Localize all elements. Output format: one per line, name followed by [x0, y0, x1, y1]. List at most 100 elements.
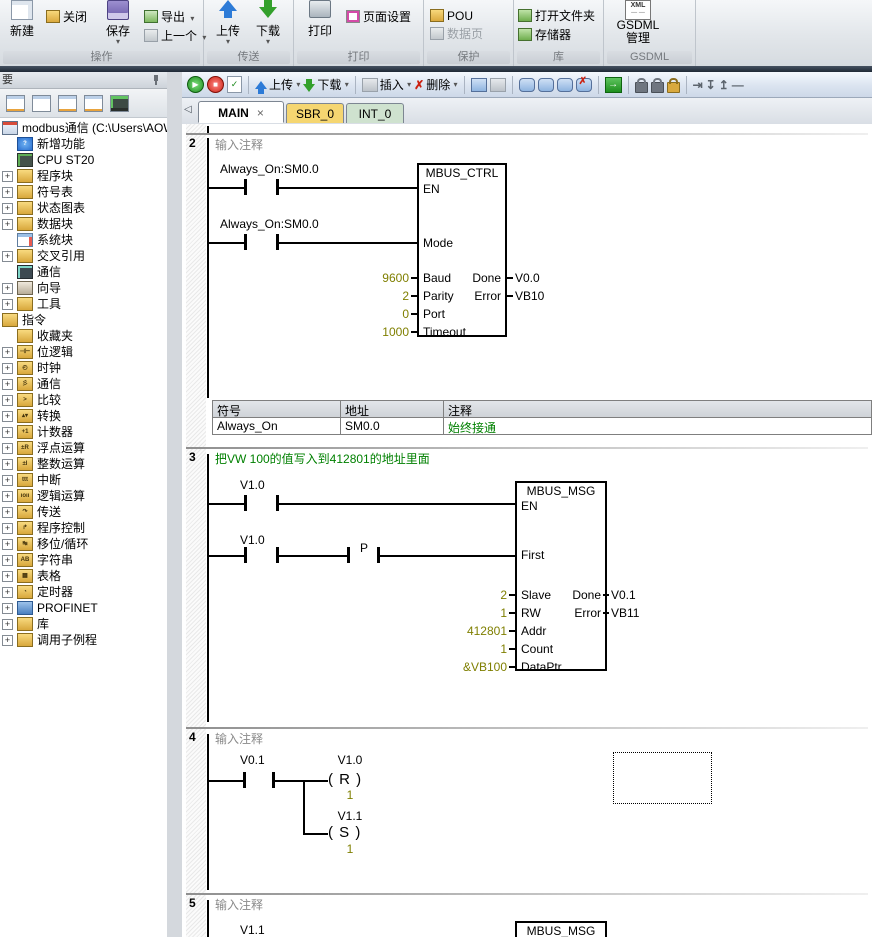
expand-icon[interactable]: + — [2, 427, 13, 438]
tree-item[interactable]: ?新增功能 — [0, 136, 167, 152]
output-value[interactable]: V0.0 — [515, 271, 540, 285]
upload-toolbar-button[interactable]: 上传 ▾ — [255, 76, 300, 93]
tree-item[interactable]: +◔定时器 — [0, 584, 167, 600]
contact[interactable] — [243, 772, 246, 788]
page-setup-button[interactable]: 页面设置 — [346, 9, 411, 25]
expand-icon[interactable]: + — [2, 555, 13, 566]
output-value[interactable]: V0.1 — [611, 588, 636, 602]
selection-rectangle[interactable] — [613, 752, 712, 804]
expand-icon[interactable]: + — [2, 539, 13, 550]
xref-view-icon[interactable] — [84, 95, 103, 112]
tree-item[interactable]: +库 — [0, 616, 167, 632]
tree-item[interactable]: modbus通信 (C:\Users\AOWID\I — [0, 120, 167, 136]
line-down-icon[interactable]: ⇥ — [693, 76, 703, 93]
tab-scroll-left-icon[interactable]: ◁ — [184, 104, 192, 115]
contact-label[interactable]: V1.0 — [240, 478, 265, 492]
contact-label[interactable]: V0.1 — [240, 753, 265, 767]
mbus-ctrl-block[interactable]: MBUS_CTRL EN Mode Baud Parity Port Timeo… — [417, 163, 507, 337]
expand-icon[interactable]: + — [2, 459, 13, 470]
output-value[interactable]: VB11 — [611, 606, 639, 620]
expand-icon[interactable]: + — [2, 251, 13, 262]
contact-label[interactable]: V1.0 — [240, 533, 265, 547]
goto-icon[interactable]: → — [605, 77, 622, 93]
param-value[interactable]: 2 — [339, 289, 409, 303]
param-value[interactable]: 412801 — [437, 624, 507, 638]
network-3-comment[interactable]: 把VW 100的值写入到412801的地址里面 — [215, 450, 430, 467]
tree-item[interactable]: +>比较 — [0, 392, 167, 408]
network-2-comment[interactable]: 输入注释 — [215, 136, 263, 153]
network-4-number[interactable]: 4 — [189, 730, 205, 744]
download-caret-icon[interactable]: ▾ — [250, 37, 286, 46]
clear-bookmarks-icon[interactable]: ✗ — [576, 78, 592, 92]
tree-item[interactable]: +数据块 — [0, 216, 167, 232]
coil-label[interactable]: V1.1 — [328, 809, 372, 823]
param-value[interactable]: &VB100 — [437, 660, 507, 674]
lock-add-icon[interactable] — [667, 82, 680, 93]
network-2-number[interactable]: 2 — [189, 136, 205, 150]
expand-icon[interactable]: + — [2, 635, 13, 646]
expand-icon[interactable]: + — [2, 491, 13, 502]
contact[interactable] — [244, 547, 247, 563]
param-value[interactable]: 2 — [437, 588, 507, 602]
tab-main[interactable]: MAIN× — [198, 101, 284, 123]
expand-icon[interactable]: + — [2, 443, 13, 454]
expand-icon[interactable]: + — [2, 571, 13, 582]
communication-view-icon[interactable] — [110, 95, 129, 112]
toggle-bookmark-icon[interactable] — [519, 78, 535, 92]
expand-icon[interactable]: + — [2, 171, 13, 182]
tree-item[interactable]: 指令 — [0, 312, 167, 328]
expand-icon[interactable]: + — [2, 411, 13, 422]
expand-icon[interactable]: + — [2, 299, 13, 310]
new-button[interactable]: 新建 — [0, 0, 44, 48]
upload-caret-icon[interactable]: ▾ — [210, 37, 246, 46]
memory-button[interactable]: 存储器 — [518, 27, 571, 43]
download-toolbar-button[interactable]: 下载 ▾ — [303, 76, 348, 93]
tree-item[interactable]: 通信 — [0, 264, 167, 280]
open-folder-button[interactable]: 打开文件夹 — [518, 8, 595, 24]
tree-item[interactable]: +±R浮点运算 — [0, 440, 167, 456]
expand-icon[interactable]: + — [2, 347, 13, 358]
save-caret-icon[interactable]: ▾ — [96, 37, 140, 46]
reset-coil[interactable]: ( R ) — [328, 771, 362, 788]
insert-network-icon[interactable] — [471, 78, 487, 92]
expand-icon[interactable]: + — [2, 507, 13, 518]
contact-label[interactable]: Always_On:SM0.0 — [220, 217, 319, 231]
contact[interactable] — [244, 234, 247, 250]
expand-icon[interactable]: + — [2, 219, 13, 230]
expand-icon[interactable]: + — [2, 283, 13, 294]
param-value[interactable]: 0 — [339, 307, 409, 321]
tab-close-icon[interactable]: × — [257, 106, 264, 120]
param-value[interactable]: 1 — [437, 606, 507, 620]
pou-button[interactable]: POU — [430, 8, 473, 24]
lock-open-icon[interactable] — [651, 82, 664, 93]
download-button[interactable]: 下载 ▾ — [250, 0, 286, 48]
stop-icon[interactable]: ■ — [207, 76, 224, 93]
run-icon[interactable]: ▶ — [187, 76, 204, 93]
tree-item[interactable]: +向导 — [0, 280, 167, 296]
contact-label[interactable]: V1.1 — [240, 923, 265, 937]
network-3-number[interactable]: 3 — [189, 450, 205, 464]
expand-icon[interactable]: + — [2, 379, 13, 390]
expand-icon[interactable]: + — [2, 363, 13, 374]
tree-item[interactable]: +◴时钟 — [0, 360, 167, 376]
output-value[interactable]: VB10 — [515, 289, 544, 303]
export-button[interactable]: 导出 ▾ — [144, 9, 194, 25]
tree-item[interactable]: +▴▾转换 — [0, 408, 167, 424]
contact-label[interactable]: Always_On:SM0.0 — [220, 162, 319, 176]
insert-button[interactable]: 插入 ▾ — [362, 76, 411, 93]
coil-label[interactable]: V1.0 — [328, 753, 372, 767]
tree-item[interactable]: +状态图表 — [0, 200, 167, 216]
tree-item[interactable]: +ttt中断 — [0, 472, 167, 488]
param-value[interactable]: 9600 — [339, 271, 409, 285]
expand-icon[interactable]: + — [2, 395, 13, 406]
param-value[interactable]: 1000 — [339, 325, 409, 339]
tree-item[interactable]: ++1计数器 — [0, 424, 167, 440]
line-down2-icon[interactable]: ↧ — [706, 76, 716, 93]
previous-button[interactable]: 上一个 ▾ — [144, 28, 206, 44]
tree-item[interactable]: +↱程序控制 — [0, 520, 167, 536]
compile-icon[interactable]: ✓ — [227, 76, 242, 93]
contact[interactable] — [244, 495, 247, 511]
status-chart-view-icon[interactable] — [32, 95, 51, 112]
tree-item[interactable]: +PROFINET — [0, 600, 167, 616]
upload-button[interactable]: 上传 ▾ — [210, 0, 246, 48]
